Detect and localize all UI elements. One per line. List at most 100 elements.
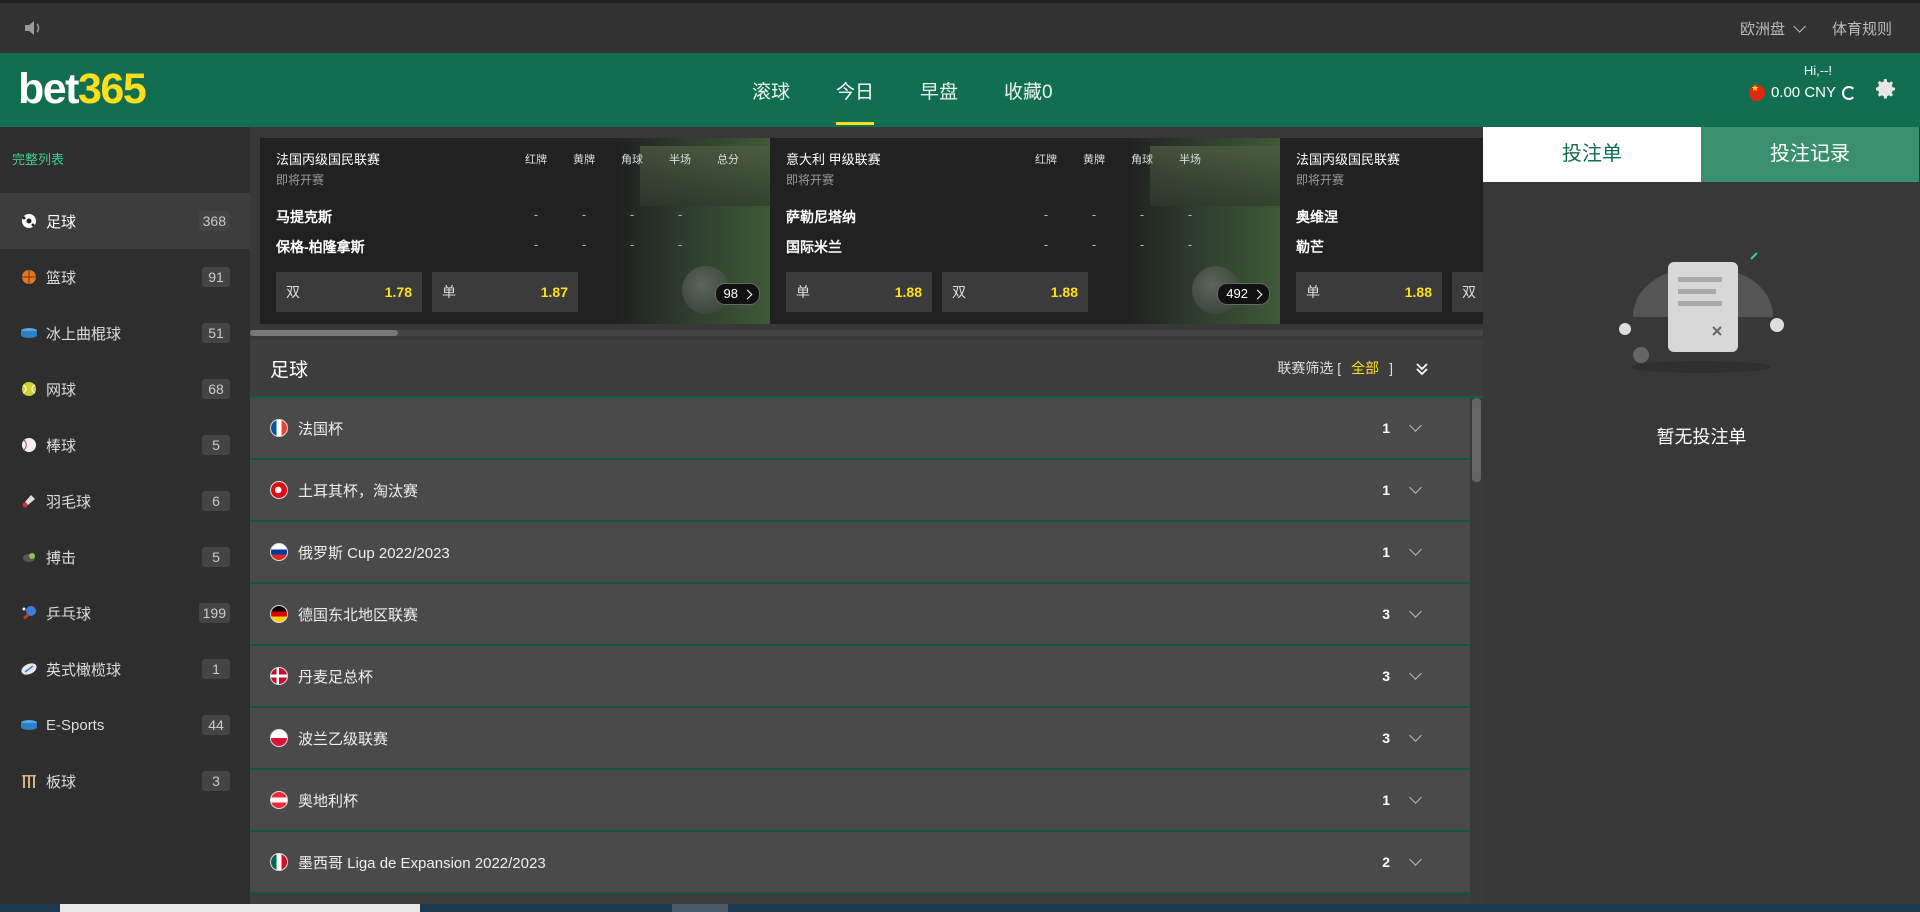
odds-label: 双 xyxy=(952,284,966,300)
league-name: 丹麦足总杯 xyxy=(298,668,374,686)
league-list-panel: 足球 联赛筛选 [全部] 法国杯 1 土耳其杯，淘汰赛 1 俄罗斯 Cup 20… xyxy=(250,340,1483,912)
odds-button[interactable]: 双 xyxy=(1452,272,1483,312)
home-stats: ---- xyxy=(1043,207,1193,222)
league-row-germany-regional[interactable]: 德国东北地区联赛 3 xyxy=(250,584,1470,646)
odds-label: 单 xyxy=(442,284,456,300)
more-markets-button[interactable]: 98 xyxy=(714,283,760,305)
scrollbar-thumb[interactable] xyxy=(250,330,398,336)
sidebar-item-count: 44 xyxy=(202,715,230,735)
odds-button[interactable]: 双 1.88 xyxy=(942,272,1088,312)
stat-col-half: 半场 xyxy=(1179,154,1201,166)
account-info: Hi,--! 0.00 CNY xyxy=(1748,63,1856,101)
league-row-russia-cup[interactable]: 俄罗斯 Cup 2022/2023 1 xyxy=(250,522,1470,584)
featured-match-card[interactable]: 法国丙级国民联赛 即将开赛 奥维涅 勒芒 单 1.88 双 xyxy=(1280,138,1483,324)
sidebar-item-count: 91 xyxy=(202,267,230,287)
league-list-scrollbar[interactable] xyxy=(1470,398,1483,912)
sports-rules-label: 体育规则 xyxy=(1831,20,1892,38)
match-league: 意大利 甲级联赛 xyxy=(786,152,881,167)
stat-columns: 红牌 黄牌 角球 半场 xyxy=(1022,151,1214,167)
featured-matches: 法国丙级国民联赛 即将开赛 红牌 黄牌 角球 半场 总分 马提克斯 ---- 保… xyxy=(250,127,1483,340)
featured-match-card[interactable]: 意大利 甲级联赛 即将开赛 红牌 黄牌 角球 半场 萨勒尼塔纳 ---- 国际米… xyxy=(770,138,1280,324)
tab-bet-history[interactable]: 投注记录 xyxy=(1701,127,1919,182)
main-nav: 滚球 今日 早盘 收藏0 xyxy=(752,53,1099,127)
sidebar-item-ice-hockey[interactable]: 冰上曲棍球 51 xyxy=(0,305,250,361)
sidebar-item-count: 6 xyxy=(202,491,230,511)
collapse-all-icon[interactable] xyxy=(1415,362,1429,381)
sidebar-item-baseball[interactable]: 棒球 5 xyxy=(0,417,250,473)
featured-scrollbar[interactable] xyxy=(250,330,1483,336)
league-filter[interactable]: 联赛筛选 [ 全部] xyxy=(1277,358,1393,378)
sidebar-item-table-tennis[interactable]: 乒乓球 199 xyxy=(0,585,250,641)
sidebar-item-count: 51 xyxy=(202,323,230,343)
league-row-turkey-cup[interactable]: 土耳其杯，淘汰赛 1 xyxy=(250,460,1470,522)
league-name: 墨西哥 Liga de Expansion 2022/2023 xyxy=(298,854,546,872)
odds-button[interactable]: 单 1.88 xyxy=(786,272,932,312)
sidebar-item-tennis[interactable]: 网球 68 xyxy=(0,361,250,417)
match-league: 法国丙级国民联赛 xyxy=(276,152,381,167)
league-row-poland-league[interactable]: 波兰乙级联赛 3 xyxy=(250,708,1470,770)
league-row-france-cup[interactable]: 法国杯 1 xyxy=(250,398,1470,460)
nav-tab-early[interactable]: 早盘 xyxy=(920,53,958,127)
odds-button[interactable]: 双 1.78 xyxy=(276,272,422,312)
scrollbar-thumb[interactable] xyxy=(1472,398,1481,482)
sidebar-item-count: 68 xyxy=(202,379,230,399)
odds-label: 单 xyxy=(796,284,810,300)
sidebar-item-soccer[interactable]: 足球 368 xyxy=(0,193,250,249)
sports-rules-link[interactable]: 体育规则 xyxy=(1832,18,1892,39)
odds-format-dropdown[interactable]: 欧洲盘 xyxy=(1740,18,1806,39)
sidebar-item-combat[interactable]: 搏击 5 xyxy=(0,529,250,585)
esports-icon xyxy=(20,716,38,734)
refresh-icon[interactable] xyxy=(1842,85,1856,100)
match-status: 即将开赛 xyxy=(786,173,835,187)
chevron-down-icon xyxy=(1409,729,1422,742)
taskbar-strip xyxy=(0,904,1920,912)
filter-value[interactable]: 全部 xyxy=(1351,360,1379,376)
stat-col-corners: 角球 xyxy=(1131,154,1153,166)
top-utility-bar: 欧洲盘 体育规则 xyxy=(0,0,1920,53)
mexico-flag-icon xyxy=(270,853,288,871)
chevron-down-icon xyxy=(1409,419,1422,432)
chevron-down-icon xyxy=(1409,853,1422,866)
filter-label: 联赛筛选 [ xyxy=(1277,360,1342,376)
bet-slip-panel: 投注单 投注记录 暂无投注单 xyxy=(1483,127,1920,912)
odds-button[interactable]: 单 1.88 xyxy=(1296,272,1442,312)
more-markets-count: 492 xyxy=(1226,286,1248,301)
odds-value: 1.87 xyxy=(540,284,568,300)
sidebar-item-basketball[interactable]: 篮球 91 xyxy=(0,249,250,305)
league-row-denmark-cup[interactable]: 丹麦足总杯 3 xyxy=(250,646,1470,708)
sidebar-item-label: 羽毛球 xyxy=(46,493,92,511)
home-team: 奥维涅 xyxy=(1296,209,1338,225)
chevron-down-icon xyxy=(1409,791,1422,804)
league-row-mexico-expansion[interactable]: 墨西哥 Liga de Expansion 2022/2023 2 xyxy=(250,832,1470,894)
odds-button[interactable]: 单 1.87 xyxy=(432,272,578,312)
sports-sidebar: 完整列表 足球 368 篮球 91 冰上曲棍球 51 网球 68 棒球 5 羽毛… xyxy=(0,127,250,912)
away-stats: ---- xyxy=(533,237,683,252)
sidebar-item-count: 5 xyxy=(202,435,230,455)
nav-tab-today[interactable]: 今日 xyxy=(836,53,875,127)
sidebar-item-rugby[interactable]: 英式橄榄球 1 xyxy=(0,641,250,697)
nav-tab-live[interactable]: 滚球 xyxy=(752,53,790,127)
more-markets-button[interactable]: 492 xyxy=(1217,283,1270,305)
featured-match-card[interactable]: 法国丙级国民联赛 即将开赛 红牌 黄牌 角球 半场 总分 马提克斯 ---- 保… xyxy=(260,138,770,324)
sidebar-item-cricket[interactable]: 板球 3 xyxy=(0,753,250,809)
tab-bet-slip[interactable]: 投注单 xyxy=(1483,127,1701,182)
sidebar-item-esports[interactable]: E-Sports 44 xyxy=(0,697,250,753)
sidebar-item-label: 篮球 xyxy=(46,269,77,287)
stat-columns: 红牌 黄牌 角球 半场 总分 xyxy=(512,151,752,167)
sidebar-item-count: 1 xyxy=(202,659,230,679)
league-row-austria-cup[interactable]: 奥地利杯 1 xyxy=(250,770,1470,832)
taskbar-window-tab[interactable] xyxy=(672,904,728,912)
sidebar-title[interactable]: 完整列表 xyxy=(0,127,250,193)
baseball-icon xyxy=(20,436,38,454)
nav-tab-favorites[interactable]: 收藏0 xyxy=(1004,53,1053,127)
chevron-down-icon xyxy=(1409,481,1422,494)
match-count: 1 xyxy=(1382,792,1390,808)
gear-icon[interactable] xyxy=(1874,77,1898,106)
filter-close: ] xyxy=(1389,360,1393,376)
chevron-down-icon xyxy=(1409,605,1422,618)
sidebar-item-badminton[interactable]: 羽毛球 6 xyxy=(0,473,250,529)
speaker-icon[interactable] xyxy=(24,18,44,38)
odds-value: 1.78 xyxy=(384,284,412,300)
taskbar-window-tab[interactable] xyxy=(60,904,420,912)
bet365-logo[interactable]: bet365 xyxy=(18,65,147,114)
